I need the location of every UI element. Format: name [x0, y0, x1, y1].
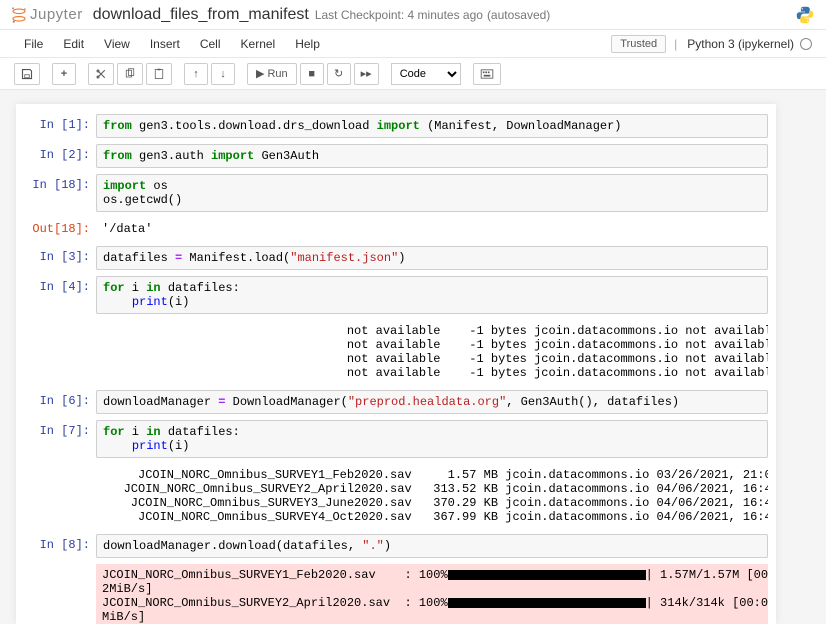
kernel-indicator[interactable]: | Python 3 (ipykernel): [674, 37, 812, 51]
checkpoint-text: Last Checkpoint: 4 minutes ago: [315, 8, 483, 22]
output-text: JCOIN_NORC_Omnibus_SURVEY1_Feb2020.sav 1…: [96, 464, 768, 528]
run-button[interactable]: ▶ Run: [247, 63, 297, 85]
output-text: not available -1 bytes jcoin.datacommons…: [96, 320, 768, 384]
run-label: Run: [267, 68, 287, 80]
empty-prompt: [24, 564, 96, 624]
output-text: '/data': [96, 218, 768, 240]
keyboard-icon: [480, 69, 494, 79]
play-icon: ▶: [256, 67, 264, 80]
code-cell[interactable]: In [1]: from gen3.tools.download.drs_dow…: [16, 112, 776, 140]
kernel-status-icon: [800, 38, 812, 50]
code-input[interactable]: import os os.getcwd(): [96, 174, 768, 212]
in-prompt: In [8]:: [24, 534, 96, 558]
plus-icon: +: [61, 68, 67, 80]
menu-view[interactable]: View: [94, 33, 140, 55]
code-input[interactable]: for i in datafiles: print(i): [96, 420, 768, 458]
menu-file[interactable]: File: [14, 33, 53, 55]
notebook-title[interactable]: download_files_from_manifest: [93, 6, 309, 24]
selected-cell[interactable]: In [8]: downloadManager.download(datafil…: [16, 532, 776, 624]
code-cell[interactable]: In [18]: import os os.getcwd(): [16, 172, 776, 214]
empty-prompt: [24, 464, 96, 528]
move-down-button[interactable]: ↓: [211, 63, 235, 85]
paste-icon: [153, 68, 165, 80]
output-cell: JCOIN_NORC_Omnibus_SURVEY1_Feb2020.sav :…: [16, 562, 776, 624]
restart-run-all-button[interactable]: ▸▸: [354, 63, 379, 85]
out-prompt: Out[18]:: [24, 218, 96, 240]
output-stderr: JCOIN_NORC_Omnibus_SURVEY1_Feb2020.sav :…: [96, 564, 768, 624]
arrow-up-icon: ↑: [193, 68, 199, 80]
code-cell[interactable]: In [7]: for i in datafiles: print(i): [16, 418, 776, 460]
in-prompt: In [3]:: [24, 246, 96, 270]
in-prompt: In [6]:: [24, 390, 96, 414]
code-cell[interactable]: In [8]: downloadManager.download(datafil…: [16, 532, 776, 560]
notebook-area[interactable]: In [1]: from gen3.tools.download.drs_dow…: [16, 104, 776, 624]
stop-icon: ■: [308, 68, 315, 80]
save-button[interactable]: [14, 63, 40, 85]
code-input[interactable]: downloadManager = DownloadManager("prepr…: [96, 390, 768, 414]
menu-cell[interactable]: Cell: [190, 33, 231, 55]
autosaved-text: (autosaved): [487, 8, 550, 22]
command-palette-button[interactable]: [473, 63, 501, 85]
jupyter-logo-icon: [10, 6, 28, 24]
menu-insert[interactable]: Insert: [140, 33, 190, 55]
trusted-badge[interactable]: Trusted: [611, 35, 666, 53]
output-cell: JCOIN_NORC_Omnibus_SURVEY1_Feb2020.sav 1…: [16, 462, 776, 530]
restart-button[interactable]: ↻: [327, 63, 351, 85]
copy-button[interactable]: [117, 63, 143, 85]
code-cell[interactable]: In [3]: datafiles = Manifest.load("manif…: [16, 244, 776, 272]
code-input[interactable]: for i in datafiles: print(i): [96, 276, 768, 314]
menu-edit[interactable]: Edit: [53, 33, 94, 55]
move-up-button[interactable]: ↑: [184, 63, 208, 85]
jupyter-logo[interactable]: Jupyter: [10, 6, 83, 24]
kernel-name: Python 3 (ipykernel): [687, 37, 794, 51]
code-cell[interactable]: In [2]: from gen3.auth import Gen3Auth: [16, 142, 776, 170]
menubar: File Edit View Insert Cell Kernel Help T…: [0, 30, 826, 58]
code-input[interactable]: downloadManager.download(datafiles, "."): [96, 534, 768, 558]
in-prompt: In [2]:: [24, 144, 96, 168]
empty-prompt: [24, 320, 96, 384]
toolbar: + ↑ ↓ ▶ Run ■ ↻ ▸▸ Code: [0, 58, 826, 90]
arrow-down-icon: ↓: [220, 68, 226, 80]
code-cell[interactable]: In [4]: for i in datafiles: print(i): [16, 274, 776, 316]
add-cell-button[interactable]: +: [52, 63, 76, 85]
code-input[interactable]: from gen3.tools.download.drs_download im…: [96, 114, 768, 138]
code-cell[interactable]: In [6]: downloadManager = DownloadManage…: [16, 388, 776, 416]
fast-forward-icon: ▸▸: [361, 67, 372, 80]
interrupt-button[interactable]: ■: [300, 63, 324, 85]
logo-text: Jupyter: [30, 6, 83, 23]
in-prompt: In [7]:: [24, 420, 96, 458]
in-prompt: In [4]:: [24, 276, 96, 314]
cut-button[interactable]: [88, 63, 114, 85]
menu-help[interactable]: Help: [285, 33, 330, 55]
copy-icon: [124, 68, 136, 80]
output-cell: not available -1 bytes jcoin.datacommons…: [16, 318, 776, 386]
paste-button[interactable]: [146, 63, 172, 85]
menu-kernel[interactable]: Kernel: [231, 33, 286, 55]
output-cell: Out[18]: '/data': [16, 216, 776, 242]
save-icon: [21, 68, 33, 80]
python-logo-icon: [794, 4, 816, 26]
notebook-header: Jupyter download_files_from_manifest Las…: [0, 0, 826, 30]
code-input[interactable]: datafiles = Manifest.load("manifest.json…: [96, 246, 768, 270]
in-prompt: In [18]:: [24, 174, 96, 212]
restart-icon: ↻: [334, 67, 343, 80]
code-input[interactable]: from gen3.auth import Gen3Auth: [96, 144, 768, 168]
cell-type-select[interactable]: Code: [391, 63, 461, 85]
scissors-icon: [95, 68, 107, 80]
in-prompt: In [1]:: [24, 114, 96, 138]
